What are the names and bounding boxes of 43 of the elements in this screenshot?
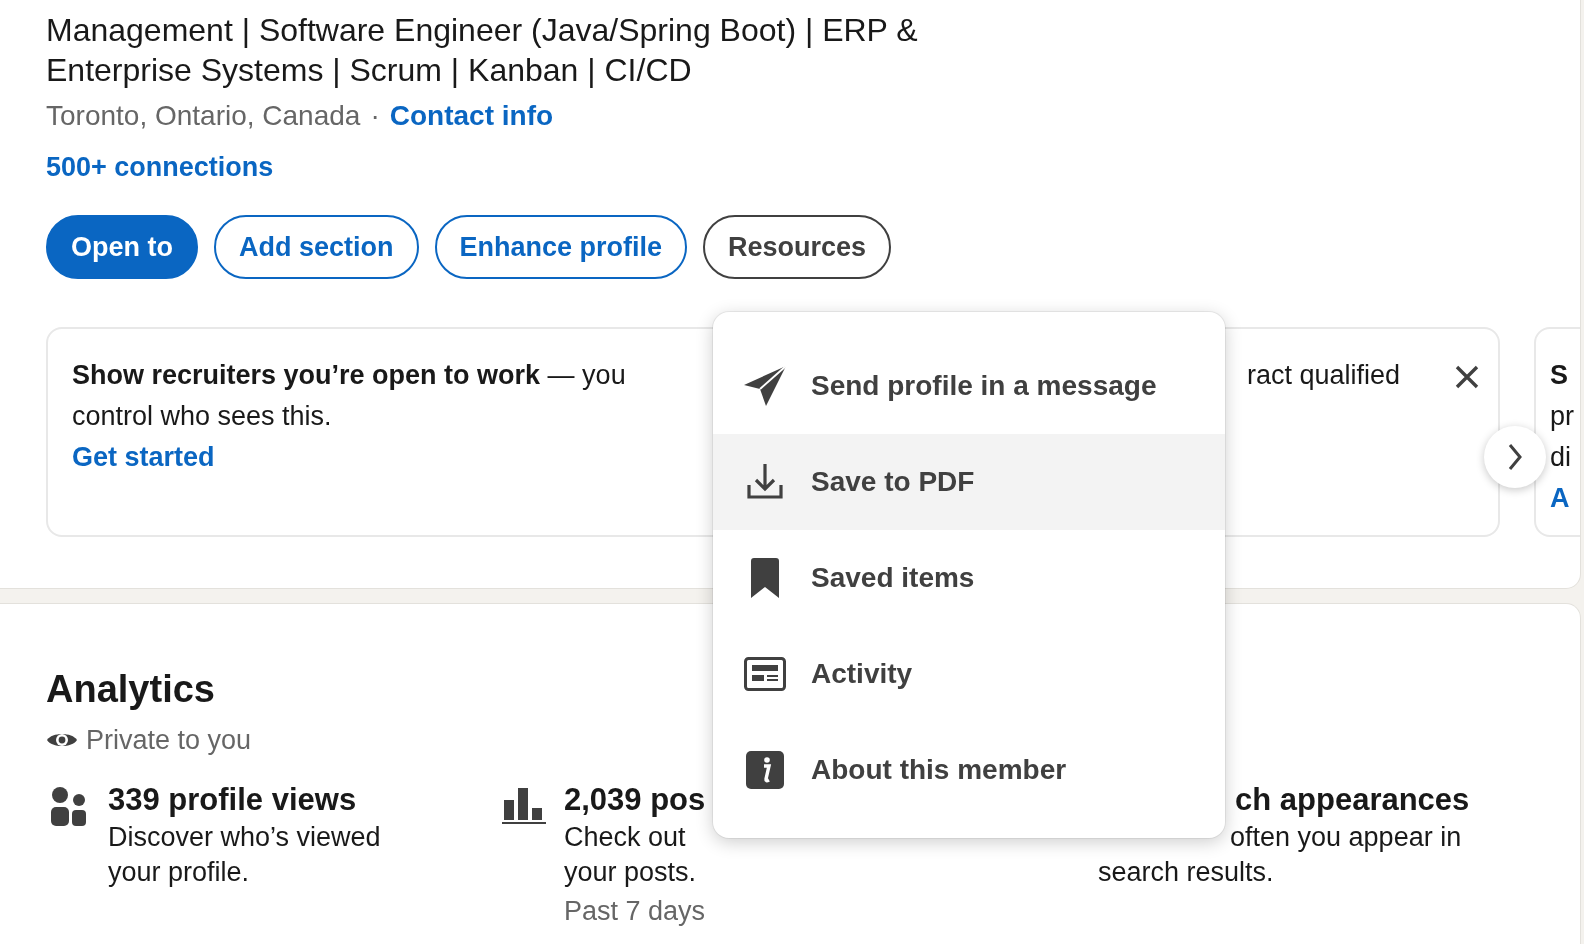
close-icon[interactable] bbox=[1454, 364, 1480, 390]
stat-description: Discover who’s viewed bbox=[108, 821, 381, 854]
send-icon bbox=[743, 365, 787, 407]
stat-description: often you appear in bbox=[1230, 821, 1462, 854]
card-link[interactable]: A bbox=[1550, 483, 1570, 513]
privacy-label: Private to you bbox=[86, 724, 252, 757]
menu-item[interactable]: Activity bbox=[713, 626, 1225, 722]
newspaper-icon bbox=[744, 657, 786, 691]
profile-action-button[interactable]: Enhance profile bbox=[434, 215, 688, 279]
card-text: ract qualified bbox=[1246, 359, 1400, 392]
info-icon bbox=[746, 751, 784, 789]
stat-title-link[interactable]: 339 profile views bbox=[108, 780, 381, 820]
stat-description: Check out bbox=[564, 821, 687, 854]
card-text: S bbox=[1550, 359, 1569, 392]
contact-info-link[interactable]: Contact info bbox=[389, 96, 554, 136]
profile-action-button[interactable]: Add section bbox=[214, 215, 419, 279]
card-link[interactable]: Get started bbox=[72, 442, 215, 472]
section-title: Analytics bbox=[46, 667, 215, 712]
profile-headline: Management | Software Engineer (Java/Spring Boot) | ERP & bbox=[46, 11, 919, 50]
bar-chart-icon bbox=[502, 786, 546, 824]
profile-action-button[interactable]: Open to bbox=[46, 215, 198, 279]
location-text: Toronto, Ontario, Canada bbox=[46, 99, 361, 133]
download-icon bbox=[746, 463, 784, 501]
menu-item[interactable]: Send profile in a message bbox=[713, 338, 1225, 434]
card-text: pr bbox=[1550, 400, 1575, 433]
menu-item[interactable]: Save to PDF bbox=[713, 434, 1225, 530]
stat-title-link[interactable]: ch appearances bbox=[1235, 780, 1470, 820]
stat-period: Past 7 days bbox=[564, 895, 706, 928]
card-text: Show recruiters you’re open to work — you control who sees this. bbox=[72, 359, 627, 433]
stat-description: your profile. bbox=[108, 856, 251, 889]
chevron-right-icon bbox=[1507, 443, 1523, 471]
people-icon bbox=[48, 786, 88, 826]
profile-headline: Enterprise Systems | Scrum | Kanban | CI/CD bbox=[46, 51, 693, 90]
bookmark-icon bbox=[751, 558, 779, 598]
menu-item[interactable]: About this member bbox=[713, 722, 1225, 818]
separator-dot: · bbox=[370, 99, 380, 133]
stat-description: search results. bbox=[1098, 856, 1275, 889]
connections-link[interactable]: 500+ connections bbox=[46, 147, 274, 187]
card-text: di bbox=[1550, 441, 1572, 474]
stat-title-link[interactable]: 2,039 pos bbox=[564, 780, 706, 820]
stat-description: your posts. bbox=[564, 856, 698, 889]
resources-button[interactable]: Resources bbox=[703, 215, 892, 279]
menu-item[interactable]: Saved items bbox=[713, 530, 1225, 626]
